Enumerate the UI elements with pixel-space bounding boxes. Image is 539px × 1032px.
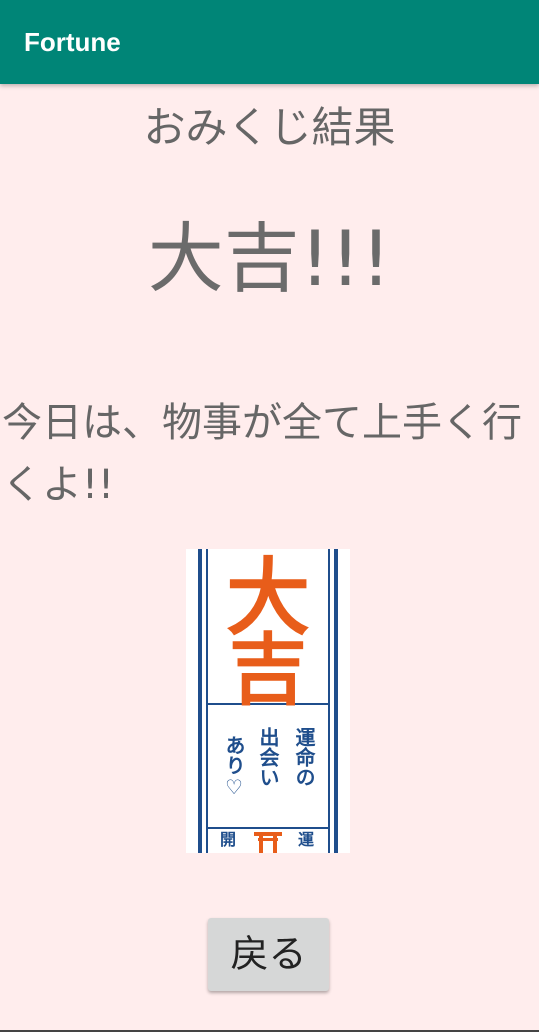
omikuji-col-left: あり♡ (222, 735, 246, 799)
omikuji-col-mid: 出会い (256, 727, 280, 787)
fortune-message: 今日は、物事が全て上手く行くよ!! (2, 400, 522, 508)
page-heading: おみくじ結果 (143, 103, 396, 152)
omikuji-bottom-right: 運 (298, 830, 314, 849)
omikuji-col-right: 運命の (292, 727, 316, 787)
fortune-result: 大吉!!! (147, 214, 392, 303)
omikuji-bottom-left: 開 (220, 830, 236, 849)
omikuji-image: 大 吉 運命の 出会い あり♡ 開 運 (186, 549, 350, 853)
back-button[interactable]: 戻る (208, 918, 329, 991)
app-title: Fortune (24, 27, 121, 57)
omikuji-big-char-2: 吉 (229, 626, 307, 716)
app-bar: Fortune (0, 0, 539, 84)
